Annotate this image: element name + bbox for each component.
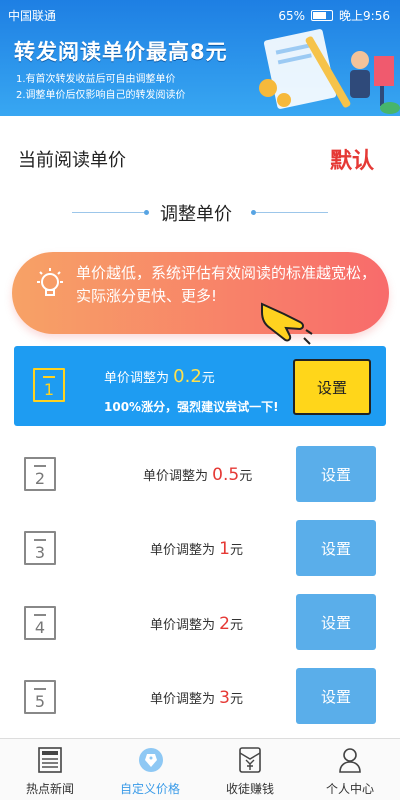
option-price-value: 0.2 (173, 366, 202, 387)
option-price-value: 2 (219, 614, 230, 634)
option-number: 5 (34, 692, 46, 711)
option-number-badge: 3 (24, 531, 56, 565)
option-number-badge: 1 (33, 368, 65, 402)
option-price-value: 1 (219, 539, 230, 559)
banner-line-2: 2.调整单价后仅影响自己的转发阅读价 (16, 90, 186, 101)
option-price-text: 单价调整为 1元 (150, 539, 243, 559)
tip-text: 单价越低，系统评估有效阅读的标准越宽松，实际涨分更快、更多! (76, 264, 377, 305)
section-divider-left (72, 212, 144, 213)
app-root: 转发阅读单价最高8元 1.有首次转发收益后可自由调整单价 2.调整单价后仅影响自… (0, 0, 400, 800)
option-number-badge: 4 (24, 606, 56, 640)
nav-label: 自定义价格 (119, 782, 180, 796)
banner-illustration (259, 29, 400, 114)
option-number-badge: 2 (24, 457, 56, 491)
option-number-badge: 5 (24, 680, 56, 714)
status-bar: 中国联通 65% 晚上9:56 (0, 0, 400, 28)
option-prefix: 单价调整为 (150, 543, 216, 558)
pointing-hand-icon (261, 302, 313, 345)
section-title: 调整单价 (160, 204, 232, 225)
battery-percent: 65% (278, 8, 306, 23)
option-prefix: 单价调整为 (143, 469, 209, 484)
banner-line-1: 1.有首次转发收益后可自由调整单价 (16, 74, 176, 85)
set-button-3[interactable]: 设置 (296, 520, 376, 576)
nav-label: 热点新闻 (25, 782, 74, 796)
newspaper-icon (38, 747, 62, 773)
option-number: 3 (34, 543, 46, 562)
set-button-4[interactable]: 设置 (296, 594, 376, 650)
current-price-value: 默认 (330, 149, 375, 174)
user-icon (339, 748, 361, 773)
option-unit: 元 (239, 469, 253, 484)
option-price-text: 单价调整为 2元 (150, 614, 243, 634)
option-prefix: 单价调整为 (104, 371, 170, 386)
option-price-value: 0.5 (212, 465, 240, 485)
carrier-label: 中国联通 (8, 9, 57, 23)
option-unit: 元 (229, 543, 243, 558)
set-button-5[interactable]: 设置 (296, 668, 376, 724)
status-right: 65% 晚上9:56 (278, 7, 390, 24)
set-button-2[interactable]: 设置 (296, 446, 376, 502)
option-number: 4 (34, 618, 46, 637)
option-unit: 元 (201, 371, 215, 386)
current-price-label: 当前阅读单价 (18, 150, 126, 171)
section-divider-right (256, 212, 328, 213)
option-price-text: 单价调整为 0.5元 (143, 465, 252, 485)
option-price-text: 单价调整为 3元 (150, 688, 243, 708)
option-prefix: 单价调整为 (150, 692, 216, 707)
nav-label: 收徒赚钱 (225, 782, 274, 796)
option-price-text: 单价调整为 0.2元 (104, 366, 215, 387)
option-number: 1 (43, 380, 55, 399)
option-promo-text: 100%涨分，强烈建议尝试一下! (104, 400, 279, 414)
option-number: 2 (34, 469, 46, 488)
set-button-1[interactable]: 设置 (293, 359, 371, 415)
option-price-value: 3 (219, 688, 230, 708)
nav-label: 个人中心 (325, 782, 374, 796)
tag-icon (139, 748, 163, 772)
lightbulb-icon (37, 268, 63, 296)
clock: 晚上9:56 (339, 9, 390, 23)
money-envelope-icon (239, 747, 261, 773)
option-prefix: 单价调整为 (150, 618, 216, 633)
section-dot-left (144, 210, 149, 215)
battery-icon (311, 10, 334, 21)
option-unit: 元 (229, 618, 243, 633)
option-unit: 元 (229, 692, 243, 707)
banner-title: 转发阅读单价最高8元 (14, 40, 228, 64)
